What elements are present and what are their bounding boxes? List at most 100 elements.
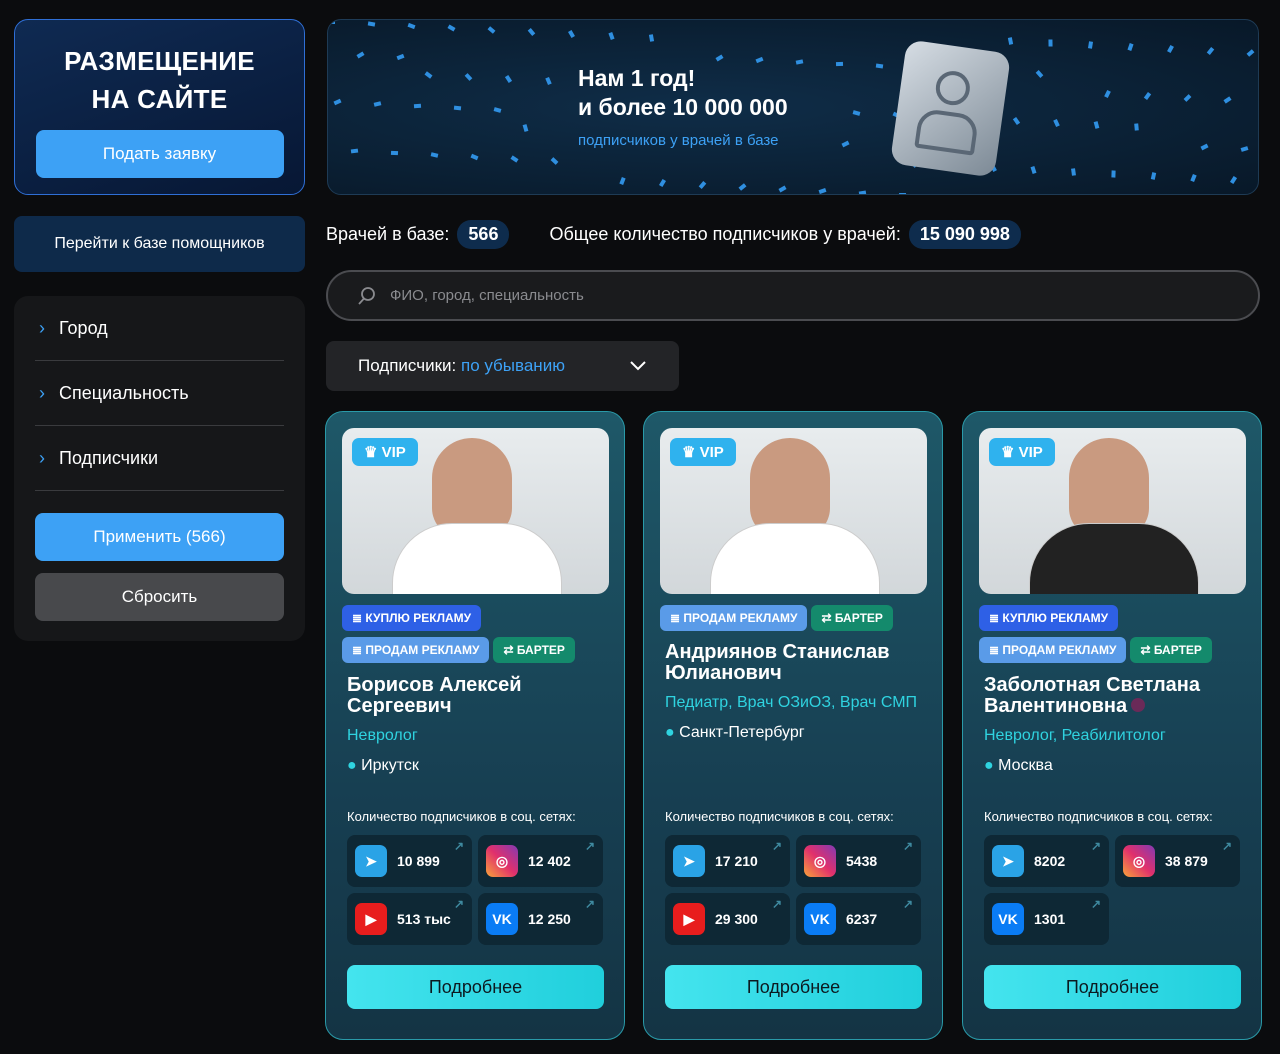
instagram-icon: ◎ <box>804 845 836 877</box>
coins-icon: ≣ <box>352 611 363 625</box>
subscriber-count: 12 402 <box>528 853 571 869</box>
confetti-piece <box>356 51 365 59</box>
search-input[interactable]: ФИО, город, специальность <box>326 270 1260 321</box>
doctor-photo: ♛ VIP <box>342 428 609 594</box>
doctor-card[interactable]: ♛ VIP ≣ КУПЛЮ РЕКЛАМУ ≣ ПРОДАМ РЕКЛАМУ ⇄ БА… <box>962 411 1262 1040</box>
external-link-icon: ↗ <box>584 839 595 853</box>
confetti-piece <box>818 187 827 194</box>
coins-icon: ≣ <box>989 611 1000 625</box>
confetti-piece <box>1104 89 1111 99</box>
tags: ≣ ПРОДАМ РЕКЛАМУ ⇄ БАРТЕР <box>660 605 930 637</box>
filter-label: Специальность <box>59 382 189 403</box>
social-vk[interactable]: VK 6237 ↗ <box>796 893 921 945</box>
external-link-icon: ↗ <box>902 839 913 853</box>
doctor-photo: ♛ VIP <box>979 428 1246 594</box>
subscriber-count: 29 300 <box>715 911 758 927</box>
confetti-piece <box>504 74 513 84</box>
confetti-piece <box>407 22 416 30</box>
coins-icon: ≣ <box>989 643 1000 657</box>
assistants-base-button[interactable]: Перейти к базе помощников <box>14 216 305 272</box>
tag-buy: ≣ КУПЛЮ РЕКЛАМУ <box>342 605 482 631</box>
social-telegram[interactable]: ➤ 8202 ↗ <box>984 835 1109 887</box>
external-link-icon: ↗ <box>771 897 782 911</box>
tag-label: ПРОДАМ РЕКЛАМУ <box>683 611 798 625</box>
confetti-piece <box>1134 123 1139 131</box>
details-button[interactable]: Подробнее <box>347 965 604 1009</box>
details-button[interactable]: Подробнее <box>984 965 1241 1009</box>
doctor-name[interactable]: Андриянов Станислав Юлианович <box>665 642 930 684</box>
confetti-piece <box>367 21 376 27</box>
external-link-icon: ↗ <box>1090 839 1101 853</box>
doctor-name-text: Заболотная Светлана Валентиновна <box>984 674 1201 717</box>
details-button[interactable]: Подробнее <box>665 965 922 1009</box>
external-link-icon: ↗ <box>453 897 464 911</box>
location-pin-icon: ● <box>665 724 675 741</box>
confetti-piece <box>413 103 422 109</box>
confetti-piece <box>1223 96 1232 104</box>
sort-dropdown[interactable]: Подписчики: по убыванию <box>326 341 679 391</box>
external-link-icon: ↗ <box>584 897 595 911</box>
anniversary-banner[interactable]: Нам 1 год! и более 10 000 000 подписчико… <box>327 19 1259 195</box>
confetti-piece <box>1240 146 1249 152</box>
subscribers-caption: Количество подписчиков в соц. сетях: <box>665 809 894 824</box>
filter-label: Город <box>59 317 108 338</box>
social-instagram[interactable]: ◎ 12 402 ↗ <box>478 835 603 887</box>
vip-badge: ♛ VIP <box>989 438 1055 466</box>
confetti-piece <box>738 183 747 191</box>
confetti-piece <box>1127 43 1134 51</box>
telegram-icon: ➤ <box>992 845 1024 877</box>
confetti-piece <box>1035 70 1044 78</box>
confetti-piece <box>698 181 707 189</box>
tag-label: КУПЛЮ РЕКЛАМУ <box>365 611 472 625</box>
confetti-piece <box>1053 118 1060 128</box>
city-text: Санкт-Петербург <box>679 724 805 741</box>
doctor-city: ● Москва <box>984 757 1053 775</box>
doctor-card[interactable]: ♛ VIP ≣ ПРОДАМ РЕКЛАМУ ⇄ БАРТЕР Андриянов С… <box>643 411 943 1040</box>
confetti-piece <box>333 98 342 106</box>
reset-button[interactable]: Сбросить <box>35 573 284 621</box>
chevron-right-icon: › <box>39 447 45 468</box>
confetti-piece <box>755 56 764 64</box>
confetti-piece <box>447 24 456 32</box>
body-shape <box>710 523 880 594</box>
sort-value: по убыванию <box>460 356 565 375</box>
confetti-piece <box>550 157 559 165</box>
social-vk[interactable]: VK 12 250 ↗ <box>478 893 603 945</box>
tag-label: БАРТЕР <box>516 643 565 657</box>
confetti-piece <box>453 105 462 111</box>
filter-specialty[interactable]: › Специальность <box>35 361 284 426</box>
doctor-name[interactable]: Заболотная Светлана Валентиновна <box>984 675 1249 717</box>
external-link-icon: ↗ <box>902 897 913 911</box>
social-telegram[interactable]: ➤ 10 899 ↗ <box>347 835 472 887</box>
telegram-icon: ➤ <box>355 845 387 877</box>
filter-subscribers[interactable]: › Подписчики <box>35 426 284 491</box>
tags: ≣ КУПЛЮ РЕКЛАМУ ≣ ПРОДАМ РЕКЛАМУ ⇄ БАРТЕР <box>342 605 612 669</box>
social-youtube[interactable]: ▶ 513 тыс ↗ <box>347 893 472 945</box>
social-instagram[interactable]: ◎ 5438 ↗ <box>796 835 921 887</box>
vip-label: VIP <box>381 444 406 461</box>
doctor-city: ● Санкт-Петербург <box>665 724 805 742</box>
subscribers-total-badge: 15 090 998 <box>908 220 1021 249</box>
social-telegram[interactable]: ➤ 17 210 ↗ <box>665 835 790 887</box>
instagram-icon: ◎ <box>1123 845 1155 877</box>
tag-buy: ≣ КУПЛЮ РЕКЛАМУ <box>979 605 1119 631</box>
social-instagram[interactable]: ◎ 38 879 ↗ <box>1115 835 1240 887</box>
social-youtube[interactable]: ▶ 29 300 ↗ <box>665 893 790 945</box>
confetti-piece <box>778 185 787 193</box>
youtube-icon: ▶ <box>673 903 705 935</box>
confetti-piece <box>390 150 399 156</box>
doctor-name-text: Андриянов Станислав Юлианович <box>665 641 890 684</box>
doctor-card[interactable]: ♛ VIP ≣ КУПЛЮ РЕКЛАМУ ≣ ПРОДАМ РЕКЛАМУ ⇄ БА… <box>325 411 625 1040</box>
submit-application-button[interactable]: Подать заявку <box>35 130 284 178</box>
confetti-piece <box>328 20 335 24</box>
tag-barter: ⇄ БАРТЕР <box>811 605 893 631</box>
banner-line1: Нам 1 год! <box>578 65 696 91</box>
filter-city[interactable]: › Город <box>35 296 284 361</box>
apply-button[interactable]: Применить (566) <box>35 513 284 561</box>
confetti-piece <box>510 155 519 163</box>
social-vk[interactable]: VK 1301 ↗ <box>984 893 1109 945</box>
doctor-name[interactable]: Борисов Алексей Сергеевич <box>347 675 612 717</box>
confetti-piece <box>715 54 724 62</box>
confetti-piece <box>648 34 655 42</box>
doctors-count-badge: 566 <box>457 220 510 249</box>
